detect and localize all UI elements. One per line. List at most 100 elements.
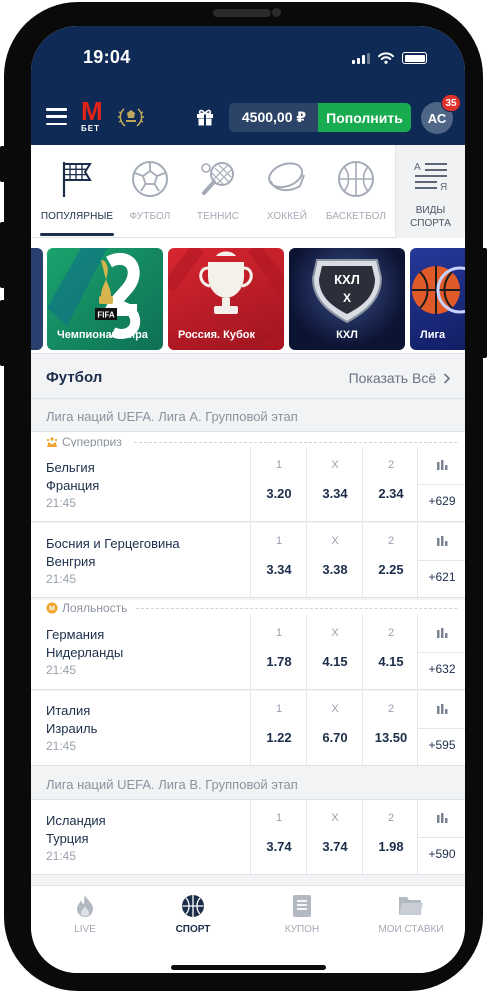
odd-x-button[interactable]: X 3.34 bbox=[306, 447, 362, 522]
odd-value: 3.34 bbox=[322, 486, 348, 501]
match-row[interactable]: Бельгия Франция 21:45 1 3.20 X 3.34 2 2.… bbox=[31, 447, 465, 522]
odd-header: 1 bbox=[275, 812, 283, 824]
odd-1-button[interactable]: 1 3.74 bbox=[250, 800, 306, 875]
odd-2-button[interactable]: 2 2.34 bbox=[362, 447, 418, 522]
odd-2-button[interactable]: 2 13.50 bbox=[362, 691, 418, 766]
khl-badge-text: КХЛ bbox=[334, 272, 360, 287]
more-divider bbox=[418, 484, 465, 485]
sports-list-icon: А Я bbox=[414, 162, 447, 193]
sports-tabs: ПОПУЛЯРНЫЕ ФУТБОЛ ТЕННИС ХОККЕЙ БАСКЕТБО… bbox=[31, 145, 465, 238]
more-markets-button[interactable]: +632 bbox=[417, 615, 465, 690]
more-markets-button[interactable]: +621 bbox=[417, 523, 465, 598]
match-time: 21:45 bbox=[46, 739, 77, 753]
banner-world-cup[interactable]: FIFA Чемпионат мира bbox=[47, 248, 163, 350]
balance-button[interactable]: 4500,00 ₽ bbox=[229, 103, 319, 132]
league-header[interactable]: Лига наций UEFA. Лига B. Групповой этап bbox=[31, 767, 465, 800]
markets-count: +595 bbox=[428, 738, 456, 752]
topup-button[interactable]: Пополнить bbox=[318, 103, 411, 132]
show-all-link[interactable]: Показать Всё bbox=[349, 370, 451, 386]
nav-live[interactable]: LIVE bbox=[31, 894, 139, 950]
banner-league[interactable]: Лига bbox=[410, 248, 465, 350]
banner-partial[interactable] bbox=[31, 248, 43, 350]
markets-count: +621 bbox=[428, 570, 456, 584]
tab-popular[interactable]: ПОПУЛЯРНЫЕ bbox=[31, 145, 123, 238]
tab-basketball[interactable]: БАСКЕТБОЛ bbox=[320, 145, 392, 238]
battery-icon bbox=[402, 52, 427, 64]
home-team: Босния и Герцеговина bbox=[46, 536, 180, 551]
tab-hockey[interactable]: ХОККЕЙ bbox=[260, 145, 314, 238]
away-team: Израиль bbox=[46, 721, 98, 736]
chevron-right-icon bbox=[443, 373, 451, 384]
odd-value: 3.74 bbox=[266, 839, 292, 854]
more-markets-button[interactable]: +595 bbox=[417, 691, 465, 766]
letter-ya: Я bbox=[440, 182, 447, 193]
stats-bars-icon bbox=[437, 704, 448, 714]
banner-khl[interactable]: КХЛ X КХЛ bbox=[289, 248, 405, 350]
league-header[interactable]: Лига наций UEFA. Лига А. Групповой этап bbox=[31, 399, 465, 432]
odd-2-button[interactable]: 2 4.15 bbox=[362, 615, 418, 690]
odd-2-button[interactable]: 2 2.25 bbox=[362, 523, 418, 598]
odd-value: 4.15 bbox=[322, 654, 348, 669]
match-row[interactable]: Исландия Турция 21:45 1 3.74 X 3.74 2 1.… bbox=[31, 800, 465, 875]
odd-1-button[interactable]: 1 3.34 bbox=[250, 523, 306, 598]
match-time: 21:45 bbox=[46, 849, 77, 863]
sport-ball-icon bbox=[182, 895, 204, 917]
odd-header: 1 bbox=[275, 627, 283, 639]
tab-label: ХОККЕЙ bbox=[266, 211, 308, 222]
more-markets-button[interactable]: +590 bbox=[417, 800, 465, 875]
match-row[interactable]: Италия Израиль 21:45 1 1.22 X 6.70 2 13.… bbox=[31, 691, 465, 766]
promo-divider bbox=[134, 442, 457, 443]
home-indicator[interactable] bbox=[171, 965, 326, 970]
odd-header: 1 bbox=[275, 703, 283, 715]
match-row[interactable]: Германия Нидерланды 21:45 1 1.78 X 4.15 … bbox=[31, 615, 465, 690]
odd-1-button[interactable]: 1 1.22 bbox=[250, 691, 306, 766]
all-sports-button[interactable]: А Я ВИДЫ СПОРТА bbox=[395, 145, 465, 238]
gift-icon[interactable] bbox=[195, 107, 215, 127]
nav-label: МОИ СТАВКИ bbox=[378, 924, 444, 935]
odd-x-button[interactable]: X 3.38 bbox=[306, 523, 362, 598]
tab-tennis[interactable]: ТЕННИС bbox=[191, 145, 245, 238]
notification-badge: 35 bbox=[441, 94, 461, 112]
more-divider bbox=[418, 837, 465, 838]
stats-bars-icon bbox=[437, 536, 448, 546]
nav-sport[interactable]: СПОРТ bbox=[139, 894, 247, 950]
svg-text:X: X bbox=[343, 291, 351, 305]
odd-2-button[interactable]: 2 1.98 bbox=[362, 800, 418, 875]
odd-x-button[interactable]: X 6.70 bbox=[306, 691, 362, 766]
more-markets-button[interactable]: +629 bbox=[417, 447, 465, 522]
league-name: Лига наций UEFA. Лига А. Групповой этап bbox=[46, 409, 298, 424]
odd-1-button[interactable]: 1 1.78 bbox=[250, 615, 306, 690]
all-sports-label-line2: СПОРТА bbox=[410, 218, 451, 229]
soccer-ball-icon bbox=[132, 161, 168, 197]
nav-my-bets[interactable]: МОИ СТАВКИ bbox=[357, 894, 465, 950]
tab-label: ПОПУЛЯРНЫЕ bbox=[40, 211, 114, 222]
promo-label: Лояльность bbox=[62, 601, 128, 615]
odd-value: 3.38 bbox=[322, 562, 348, 577]
odd-x-button[interactable]: X 4.15 bbox=[306, 615, 362, 690]
menu-button[interactable] bbox=[46, 108, 67, 125]
markets-count: +629 bbox=[428, 494, 456, 508]
loyalty-icon: M bbox=[46, 602, 58, 614]
brand-logo[interactable]: М БЕТ bbox=[81, 98, 107, 133]
coupon-icon bbox=[293, 895, 311, 917]
match-row[interactable]: Босния и Герцеговина Венгрия 21:45 1 3.3… bbox=[31, 523, 465, 598]
nav-coupon[interactable]: КУПОН bbox=[248, 894, 356, 950]
away-team: Нидерланды bbox=[46, 645, 124, 660]
markets-count: +632 bbox=[428, 662, 456, 676]
banner-russia-cup[interactable]: Россия. Кубок bbox=[168, 248, 284, 350]
odd-header: X bbox=[331, 535, 339, 547]
tab-label: ТЕННИС bbox=[196, 211, 240, 222]
odd-x-button[interactable]: X 3.74 bbox=[306, 800, 362, 875]
status-icons bbox=[352, 52, 427, 64]
odd-value: 3.20 bbox=[266, 486, 292, 501]
odd-header: 2 bbox=[387, 627, 395, 639]
away-team: Турция bbox=[46, 831, 89, 846]
odd-header: 2 bbox=[387, 812, 395, 824]
award-laurel-icon bbox=[118, 108, 144, 127]
tab-football[interactable]: ФУТБОЛ bbox=[123, 145, 177, 238]
active-tab-indicator bbox=[40, 233, 114, 236]
odd-1-button[interactable]: 1 3.20 bbox=[250, 447, 306, 522]
all-sports-label: ВИДЫ СПОРТА bbox=[401, 204, 461, 230]
odd-header: 2 bbox=[387, 459, 395, 471]
status-time: 19:04 bbox=[83, 47, 131, 67]
